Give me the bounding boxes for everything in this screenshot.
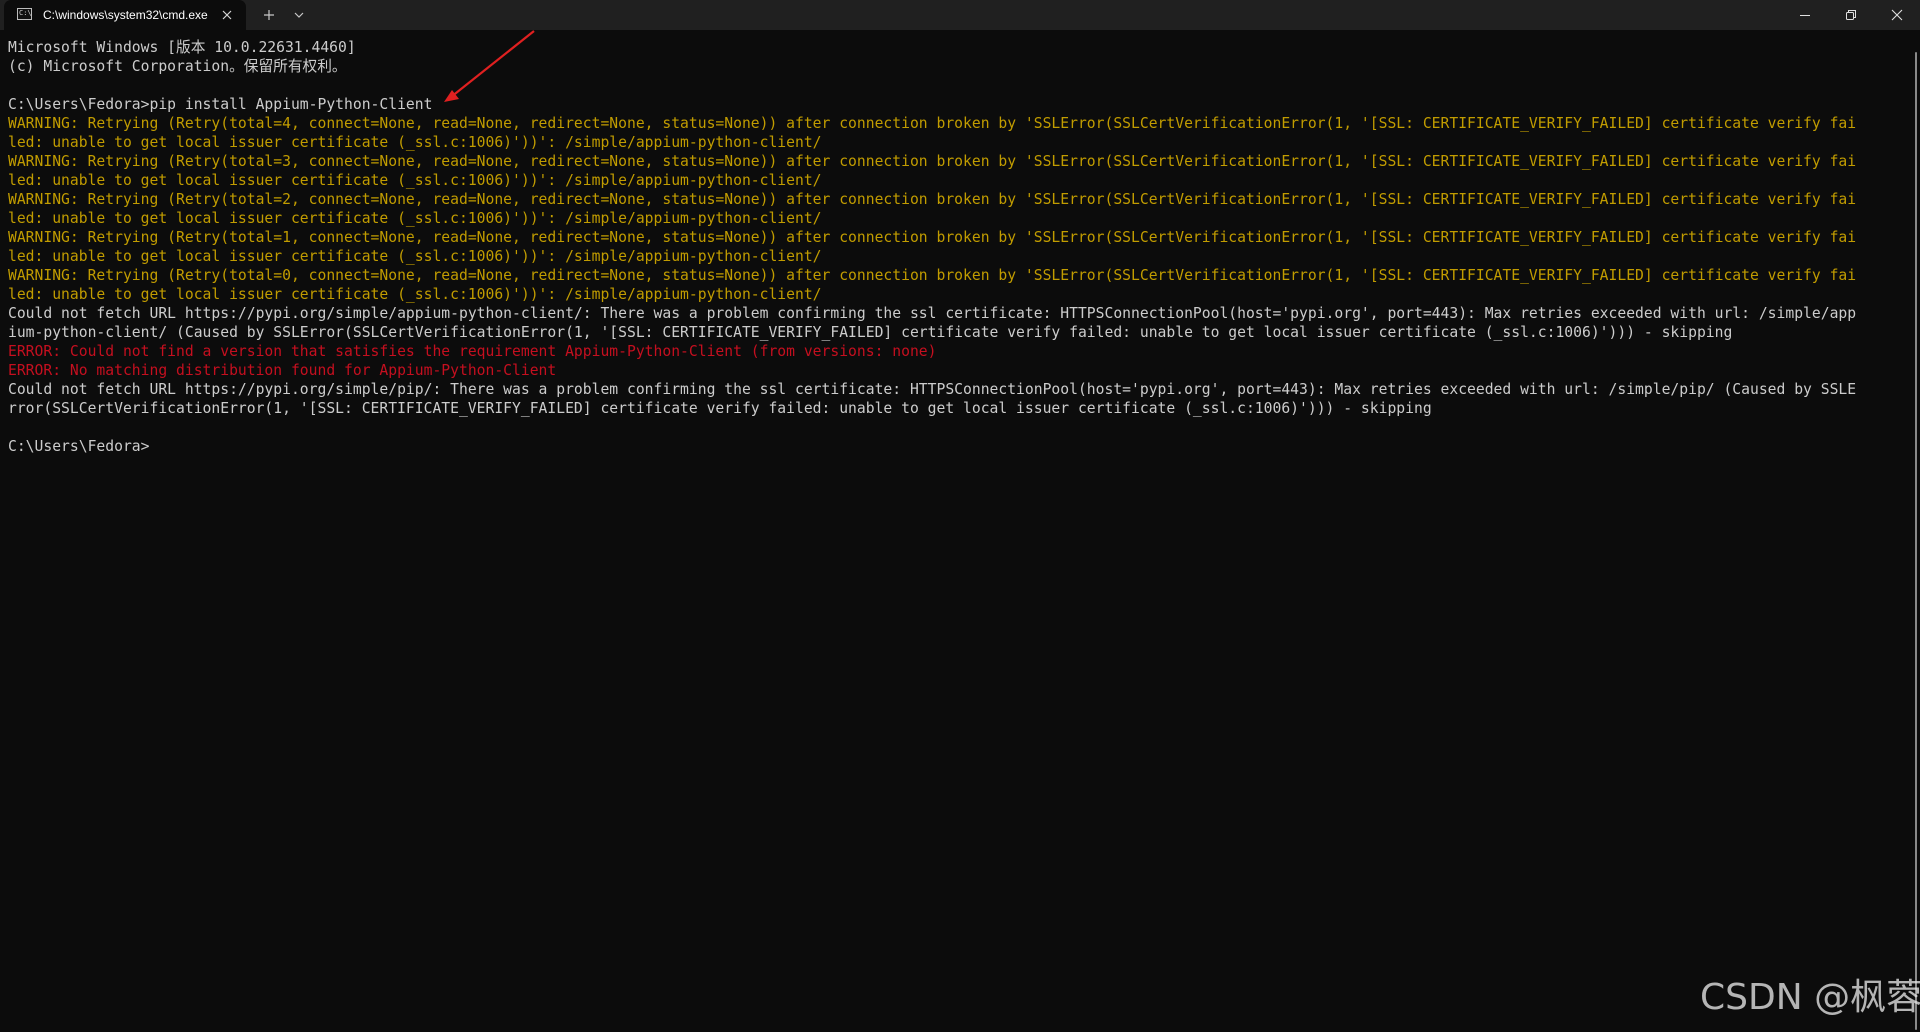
- cmd-icon-text: C:\: [19, 9, 32, 17]
- console-line: ERROR: No matching distribution found fo…: [8, 362, 557, 379]
- restore-button[interactable]: [1828, 0, 1874, 30]
- console-line: Could not fetch URL https://pypi.org/sim…: [8, 305, 1857, 322]
- minimize-icon: [1800, 15, 1810, 16]
- console-line: led: unable to get local issuer certific…: [8, 134, 822, 151]
- tab-title: C:\windows\system32\cmd.exe: [43, 8, 208, 22]
- close-icon: [222, 10, 232, 20]
- new-tab-button[interactable]: [260, 6, 278, 24]
- close-window-button[interactable]: [1874, 0, 1920, 30]
- watermark: CSDN @枫蓉: [1700, 977, 1920, 1018]
- close-tab-button[interactable]: [218, 6, 236, 24]
- console-line: WARNING: Retrying (Retry(total=1, connec…: [8, 229, 1857, 246]
- restore-icon: [1846, 10, 1856, 20]
- cmd-icon: C:\: [17, 8, 32, 20]
- console-line: led: unable to get local issuer certific…: [8, 286, 822, 303]
- console-output: Microsoft Windows [版本 10.0.22631.4460] (c…: [8, 38, 1888, 456]
- minimize-button[interactable]: [1782, 0, 1828, 30]
- console-line: WARNING: Retrying (Retry(total=3, connec…: [8, 153, 1857, 170]
- console-line: Microsoft Windows [版本 10.0.22631.4460]: [8, 39, 356, 56]
- scrollbar[interactable]: [1912, 30, 1920, 1032]
- console-line: WARNING: Retrying (Retry(total=0, connec…: [8, 267, 1857, 284]
- scrollbar-thumb[interactable]: [1915, 52, 1917, 1030]
- plus-icon: [264, 10, 274, 20]
- tab-cmd[interactable]: C:\ C:\windows\system32\cmd.exe: [4, 0, 246, 30]
- console-line: C:\Users\Fedora>pip install Appium-Pytho…: [8, 96, 433, 113]
- console-line: ERROR: Could not find a version that sat…: [8, 343, 937, 360]
- console-line: ium-python-client/ (Caused by SSLError(S…: [8, 324, 1733, 341]
- tab-dropdown-button[interactable]: [290, 6, 308, 24]
- console-line: (c) Microsoft Corporation。保留所有权利。: [8, 58, 347, 75]
- terminal-area[interactable]: Microsoft Windows [版本 10.0.22631.4460] (c…: [0, 30, 1912, 1032]
- console-line: rror(SSLCertVerificationError(1, '[SSL: …: [8, 400, 1432, 417]
- console-line: C:\Users\Fedora>: [8, 438, 150, 455]
- console-line: WARNING: Retrying (Retry(total=4, connec…: [8, 115, 1857, 132]
- console-line: led: unable to get local issuer certific…: [8, 248, 822, 265]
- console-line: led: unable to get local issuer certific…: [8, 172, 822, 189]
- console-line: WARNING: Retrying (Retry(total=2, connec…: [8, 191, 1857, 208]
- console-line: led: unable to get local issuer certific…: [8, 210, 822, 227]
- close-icon: [1891, 9, 1903, 21]
- chevron-down-icon: [294, 12, 304, 18]
- title-bar: C:\ C:\windows\system32\cmd.exe: [0, 0, 1920, 30]
- console-line: Could not fetch URL https://pypi.org/sim…: [8, 381, 1857, 398]
